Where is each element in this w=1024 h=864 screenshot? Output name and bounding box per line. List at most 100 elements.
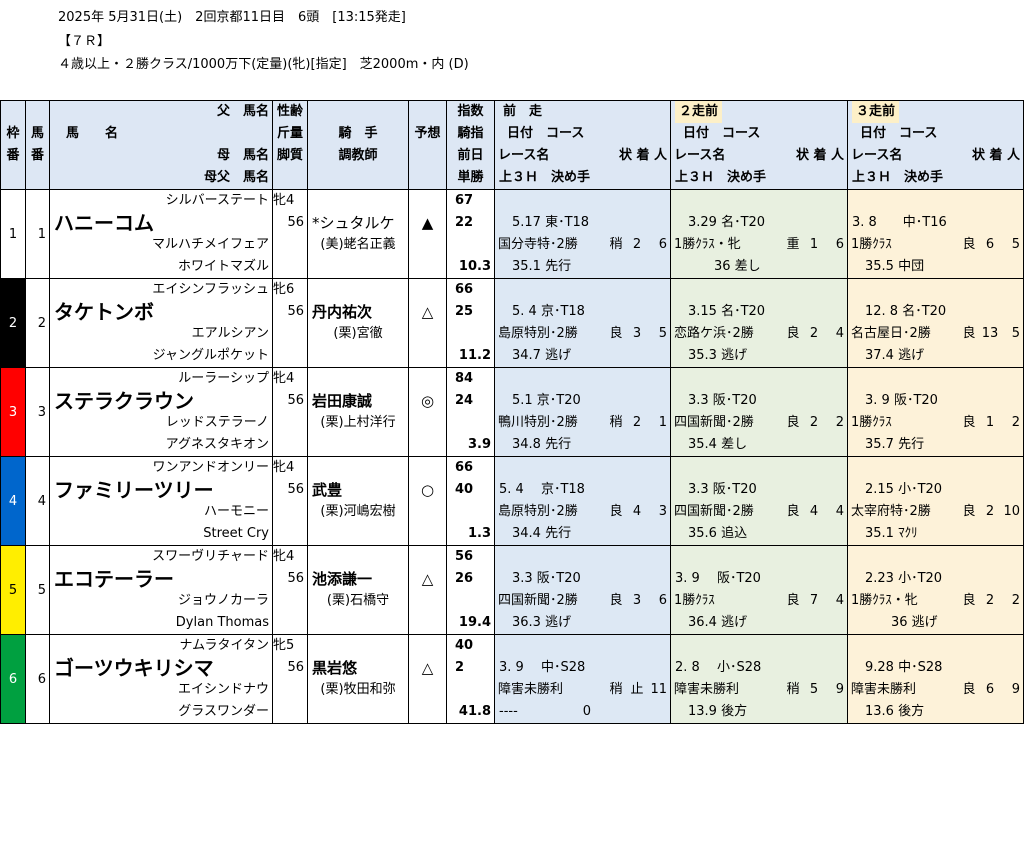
win-odds: 3.9 — [467, 437, 491, 452]
header-sexage: 性齢 — [276, 104, 303, 119]
jockey-name: *シュタルケ — [312, 214, 395, 232]
header-waku-2: 番 — [6, 148, 20, 163]
prev-placing: 2 — [632, 237, 642, 252]
prev-condition: 稍 — [786, 682, 800, 697]
prev-condition: 良 — [962, 415, 976, 430]
p1-cell: 5.17 東･T18 国分寺特･2勝 稍 2 6 35.1 先行 — [494, 189, 671, 279]
p1-cell: 5. 4 京･T18 島原特別･2勝 良 4 3 34.4 先行 — [494, 456, 671, 546]
prev-date-course: 2. 8 小･S28 — [675, 660, 762, 675]
horse-row: 4 4 ワンアンドオンリー ファミリーツリー ハーモニー Street Cry 牝4 56 武… — [0, 456, 1024, 546]
prediction-mark: ○ — [420, 481, 435, 499]
horse-pedigree-cell: シルバーステート ハニーコム マルハチメイフェア ホワイトマズル — [49, 189, 273, 279]
prev-condition: 良 — [609, 593, 623, 608]
dam-name: マルハチメイフェア — [151, 237, 269, 252]
prev-placing: 4 — [809, 504, 819, 519]
prev-last3f: 36.3 逃げ — [499, 615, 572, 630]
p2-cell: 3.29 名･T20 1勝ｸﾗｽ・牝 重 1 6 36 差し — [670, 189, 848, 279]
index-odds-cell: 56 26 19.4 — [446, 545, 495, 635]
p3-cell: 2.15 小･T20 太宰府特･2勝 良 2 10 35.1 ﾏｸﾘ — [847, 456, 1024, 546]
prev-race-line: 障害未勝利 稍止 11 — [496, 679, 670, 701]
jockey-trainer-cell: 武豊 (栗)河嶋宏樹 — [307, 456, 409, 546]
prev-date-course: 5. 4 京･T18 — [499, 304, 585, 319]
horse-pedigree-cell: ルーラーシップ ステラクラウン レッドステラーノ アグネスタキオン — [49, 367, 273, 457]
race-number: 【７Ｒ】 — [58, 34, 111, 49]
waku-label: 1 — [8, 226, 18, 242]
header-jockey-index: 騎指 — [457, 126, 484, 141]
win-odds: 10.3 — [458, 259, 491, 274]
prev-date-course: 5.17 東･T18 — [499, 215, 590, 230]
prev-last3f: 34.4 先行 — [499, 526, 572, 541]
jockey-index: 40 — [455, 482, 474, 497]
prev-last3f: 35.4 差し — [675, 437, 748, 452]
header-uma-2: 番 — [30, 148, 44, 163]
header-weight: 斤量 — [276, 126, 303, 141]
win-odds: 11.2 — [458, 348, 491, 363]
jockey-index: 22 — [455, 215, 474, 230]
header-index: 指数 — [457, 104, 484, 119]
horse-number: 5 — [25, 545, 50, 635]
dam-name: エイシンドナウ — [177, 682, 269, 697]
jockey-name: 黒岩悠 — [312, 659, 358, 677]
header-last3f-3: 上３Ｈ 決め手 — [852, 170, 944, 185]
prev-race-line: 障害未勝利 稍 5 9 — [672, 679, 847, 701]
prev-date-course: 3. 9 阪･T20 — [675, 571, 761, 586]
header-race-name-3: レース名 — [851, 148, 903, 163]
trainer-name: (栗)河嶋宏樹 — [320, 504, 396, 519]
prev-popularity: 6 — [835, 237, 844, 252]
sex-age-weight-cell: 牝5 56 — [272, 634, 308, 724]
prev-race-name: 障害未勝利 — [498, 682, 564, 697]
prev-last3f: 36 逃げ — [852, 615, 938, 630]
waku-label: 2 — [8, 315, 18, 331]
prev-last3f: 37.4 逃げ — [852, 348, 925, 363]
prev-date-course: 2.15 小･T20 — [852, 482, 943, 497]
prev-condition: 良 — [786, 593, 800, 608]
prev-last3f: 36 差し — [675, 259, 761, 274]
prediction-mark: △ — [421, 570, 434, 588]
prev-date-course: 12. 8 名･T20 — [852, 304, 947, 319]
prev-placing: 止 — [630, 682, 644, 697]
prev-condition: 重 — [786, 237, 800, 252]
horse-row: 3 3 ルーラーシップ ステラクラウン レッドステラーノ アグネスタキオン 牝4 56 岩田康… — [0, 367, 1024, 457]
prev-race-line: 島原特別･2勝 良 4 3 — [496, 501, 670, 523]
prev-race-name: 国分寺特･2勝 — [498, 237, 578, 252]
prev-placing: 1 — [809, 237, 819, 252]
dam-name: ジョウノカーラ — [177, 593, 269, 608]
prev-date-course: 9.28 中･S28 — [852, 660, 943, 675]
speed-index: 40 — [455, 638, 474, 653]
horse-pedigree-cell: ナムラタイタン ゴーツウキリシマ エイシンドナウ グラスワンダー — [49, 634, 273, 724]
prev-popularity: 5 — [1011, 237, 1020, 252]
p2-cell: 3.15 名･T20 恋路ケ浜･2勝 良 2 4 35.3 逃げ — [670, 278, 848, 368]
sex-age: 牝5 — [273, 638, 295, 653]
prev-last3f: 35.1 先行 — [499, 259, 572, 274]
jockey-name: 武豊 — [312, 481, 343, 499]
prev-condition: 稍 — [609, 682, 623, 697]
index-odds-cell: 84 24 3.9 — [446, 367, 495, 457]
prediction-mark: △ — [421, 303, 434, 321]
prev-race-name: 障害未勝利 — [851, 682, 917, 697]
p3-cell: 12. 8 名･T20 名古屋日･2勝 良 13 5 37.4 逃げ — [847, 278, 1024, 368]
header-row: 枠 番 馬 番 父 馬名 馬 名 母 馬名 母父 馬名 性齢 斤量 脚質 騎 手… — [0, 100, 1024, 190]
horse-number: 4 — [25, 456, 50, 546]
prev-popularity: 4 — [835, 504, 844, 519]
prev-placing: 5 — [809, 682, 819, 697]
weight: 56 — [287, 482, 304, 497]
waku-number: 3 — [0, 367, 26, 457]
prev-date-course: 3.3 阪･T20 — [675, 393, 757, 408]
prev-race-line: 国分寺特･2勝 稍 2 6 — [496, 234, 670, 256]
prev-condition: 稍 — [609, 415, 623, 430]
prev-date-course: 2.23 小･T20 — [852, 571, 943, 586]
damsire-name: アグネスタキオン — [165, 437, 269, 452]
waku-number: 5 — [0, 545, 26, 635]
sire-name: ルーラーシップ — [178, 371, 269, 386]
waku-number: 2 — [0, 278, 26, 368]
horse-name: ゴーツウキリシマ — [54, 657, 214, 679]
prev-popularity: 5 — [1011, 326, 1020, 341]
jockey-index: 26 — [455, 571, 474, 586]
prev-last3f: 35.7 先行 — [852, 437, 925, 452]
horse-number-label: 3 — [37, 404, 46, 420]
prev-race-line: 四国新聞･2勝良 2 2 — [672, 412, 847, 434]
prev-race-name: 四国新聞･2勝 — [674, 504, 754, 519]
header-date-course-2: 日付 コース — [683, 126, 761, 141]
prev-race-name: 名古屋日･2勝 — [851, 326, 931, 341]
index-odds-cell: 66 25 11.2 — [446, 278, 495, 368]
